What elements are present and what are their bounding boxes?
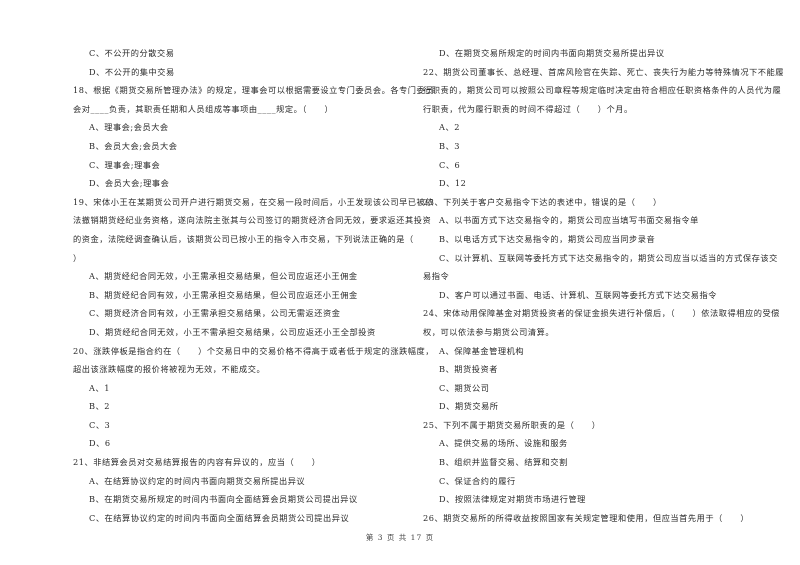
question-text: 20、涨跌停板是指合约在（ ）个交易日中的交易价格不得高于或者低于规定的涨跌幅度… xyxy=(73,345,435,356)
question-text: 22、期货公司董事长、总经理、首席风险官在失踪、死亡、丧失行为能力等特殊情况下不… xyxy=(423,66,785,77)
question-text: 23、下列关于客户交易指令下达的表述中，错误的是（ ） xyxy=(423,196,662,207)
question-text: 21、非结算会员对交易结算报告的内容有异议的，应当（ ） xyxy=(73,457,321,468)
answer-option: A、在结算协议约定的时间内书面向期货交易所提出异议 xyxy=(89,475,306,486)
answer-option: C、3 xyxy=(89,419,111,430)
right-column: D、在期货交易所规定的时间内书面向期货交易所提出异议 22、期货公司董事长、总经理… xyxy=(423,44,785,527)
answer-option: A、以书面方式下达交易指令的，期货公司应当填写书面交易指令单 xyxy=(439,215,699,226)
answer-option: C、理事会;理事会 xyxy=(89,159,161,170)
question-text-continued: 易指令 xyxy=(423,271,450,282)
answer-option: A、2 xyxy=(439,122,460,133)
answer-option: D、会员大会;理事会 xyxy=(89,178,170,189)
answer-option: D、6 xyxy=(89,438,111,449)
answer-option: A、期货经纪合同无效，小王需承担交易结果，但公司应返还小王佣金 xyxy=(89,271,358,282)
answer-option: A、保障基金管理机构 xyxy=(439,345,525,356)
answer-option: A、1 xyxy=(89,382,110,393)
answer-option: B、组织并监督交易、结算和交割 xyxy=(439,457,568,468)
answer-option: B、在期货交易所规定的时间内书面向全面结算会员期货公司提出异议 xyxy=(89,494,358,505)
question-text: 18、根据《期货交易所管理办法》的规定，理事会可以根据需要设立专门委员会。各专门… xyxy=(73,85,435,96)
question-text: 26、期货交易所的所得收益按照国家有关规定管理和使用，但应当首先用于（ ） xyxy=(423,512,750,523)
question-text-continued: 行职责的，期货公司可以按照公司章程等规定临时决定由符合相应任职资格条件的人员代为… xyxy=(423,85,782,96)
answer-option: D、期货交易所 xyxy=(439,401,499,412)
answer-option: C、不公开的分散交易 xyxy=(89,48,175,58)
answer-option: C、以计算机、互联网等委托方式下达交易指令的，期货公司应当以适当的方式保存该交 xyxy=(439,252,778,263)
answer-option: B、会员大会;会员大会 xyxy=(89,140,178,151)
answer-option: C、在结算协议约定的时间内书面向全面结算会员期货公司提出异议 xyxy=(89,512,350,523)
question-text: 19、宋体小王在某期货公司开户进行期货交易，在交易一段时间后，小王发现该公司早已… xyxy=(73,196,435,207)
answer-option: C、期货公司 xyxy=(439,382,490,393)
answer-option: B、2 xyxy=(89,401,111,412)
answer-option: D、12 xyxy=(439,178,467,189)
answer-option: C、保证合约的履行 xyxy=(439,475,516,486)
answer-option: B、3 xyxy=(439,140,461,151)
answer-option: D、不公开的集中交易 xyxy=(89,66,175,77)
question-text-continued: ） xyxy=(73,252,82,263)
question-text-continued: 法撤销期货经纪业务资格，遂向法院主张其与公司签订的期货经济合同无效，要求返还其投… xyxy=(73,215,432,226)
question-text: 24、宋体动用保障基金对期货投资者的保证金损失进行补偿后，（ ）依法取得相应的受… xyxy=(423,308,780,319)
answer-option: B、期货投资者 xyxy=(439,364,498,375)
answer-option: D、客户可以通过书面、电话、计算机、互联网等委托方式下达交易指令 xyxy=(439,289,717,300)
answer-option: D、在期货交易所规定的时间内书面向期货交易所提出异议 xyxy=(439,48,665,58)
answer-option: A、提供交易的场所、设施和服务 xyxy=(439,438,568,449)
answer-option: D、按照法律规定对期货市场进行管理 xyxy=(439,494,586,505)
question-text-continued: 超出该涨跌幅度的报价将被视为无效，不能成交。 xyxy=(73,364,266,375)
left-column: C、不公开的分散交易 D、不公开的集中交易 18、根据《期货交易所管理办法》的规定，… xyxy=(73,44,435,527)
question-text-continued: 会对____负责，其职责任期和人员组成等事项由____规定。（ ） xyxy=(73,103,334,114)
answer-option: D、期货经纪合同无效，小王不需承担交易结果，公司应返还小王全部投资 xyxy=(89,326,376,337)
answer-option: A、理事会;会员大会 xyxy=(89,122,169,133)
question-text-continued: 的资金，法院经调查确认后，该期货公司已按小王的指令入市交易，下列说法正确的是（ xyxy=(73,233,414,244)
answer-option: B、期货经纪合同有效，小王需承担交易结果，但公司应返还小王佣金 xyxy=(89,289,358,300)
answer-option: C、6 xyxy=(439,159,461,170)
answer-option: B、以电话方式下达交易指令的，期货公司应当同步录音 xyxy=(439,233,656,244)
question-text: 25、下列不属于期货交易所职责的是（ ） xyxy=(423,419,601,430)
page-footer: 第 3 页 共 17 页 xyxy=(365,533,435,542)
question-text-continued: 权，可以依法参与期货公司清算。 xyxy=(423,326,555,337)
question-text-continued: 行职责，代为履行职责的时间不得超过（ ）个月。 xyxy=(423,103,633,114)
answer-option: C、期货经济合同有效，小王需承担交易结果，公司无需返还资金 xyxy=(89,308,341,319)
